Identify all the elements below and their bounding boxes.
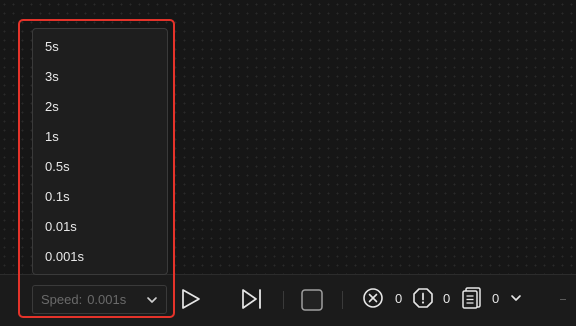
stop-icon[interactable] [300,288,324,312]
log-count: 0 [492,291,500,306]
speed-option-3s[interactable]: 3s [33,62,167,92]
error-count: 0 [395,291,403,306]
speed-option-0-001s[interactable]: 0.001s [33,242,167,272]
speed-select[interactable]: Speed: 0.001s [32,285,167,314]
toolbar-separator [342,291,343,309]
speed-option-0-1s[interactable]: 0.1s [33,182,167,212]
error-circle-icon[interactable] [362,287,384,309]
speed-option-5s[interactable]: 5s [33,32,167,62]
document-icon[interactable] [461,286,483,310]
toolbar-separator [283,291,284,309]
execution-toolbar: Speed: 0.001s 0 0 0 [0,274,576,326]
speed-option-0-5s[interactable]: 0.5s [33,152,167,182]
speed-option-2s[interactable]: 2s [33,92,167,122]
play-icon[interactable] [180,288,202,310]
speed-value: 0.001s [87,292,127,307]
toolbar-divider-dash [560,299,566,300]
chevron-down-icon [147,297,157,303]
speed-option-1s[interactable]: 1s [33,122,167,152]
warning-octagon-icon[interactable] [412,287,434,309]
speed-dropdown-menu: 5s 3s 2s 1s 0.5s 0.1s 0.01s 0.001s [32,28,168,275]
speed-option-0-01s[interactable]: 0.01s [33,212,167,242]
speed-label: Speed: [41,292,83,307]
warning-count: 0 [443,291,451,306]
chevron-down-icon[interactable] [510,292,522,304]
step-forward-icon[interactable] [240,288,264,310]
